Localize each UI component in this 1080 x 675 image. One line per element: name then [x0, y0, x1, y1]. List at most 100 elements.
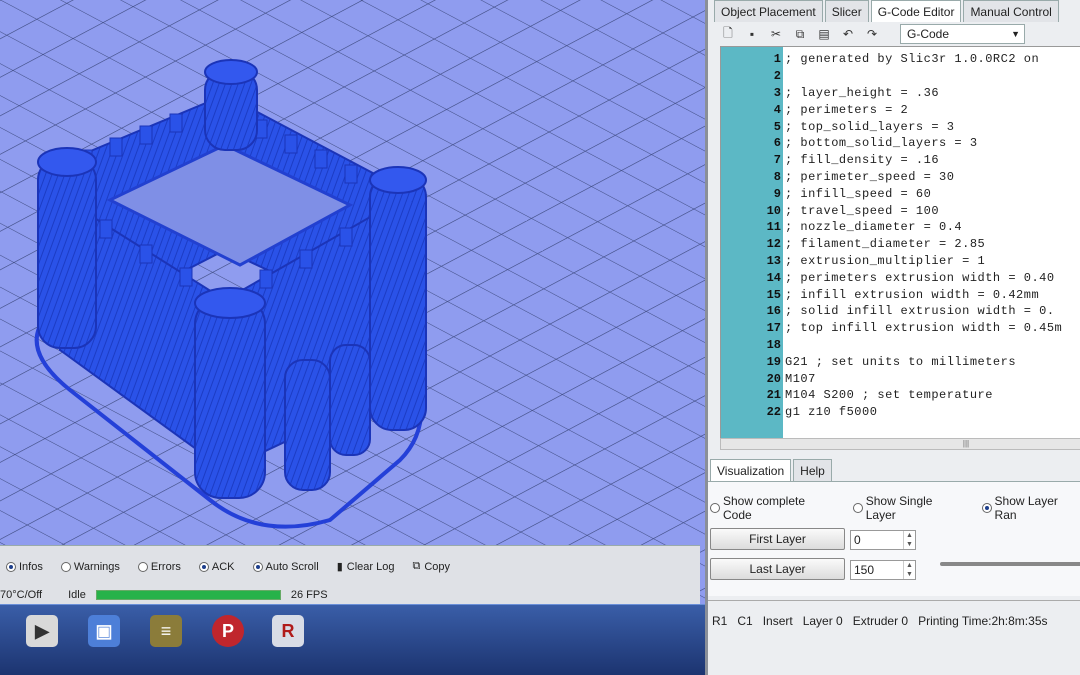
tab-object-placement[interactable]: Object Placement	[714, 0, 823, 22]
tab-visualization[interactable]: Visualization	[710, 459, 792, 481]
new-file-icon[interactable]: 🗋	[720, 26, 736, 42]
code-text: ; travel_speed = 100	[785, 203, 940, 218]
code-line[interactable]: 6 ; bottom_solid_layers = 3	[721, 135, 1080, 152]
copy-icon[interactable]: ⧉	[792, 26, 808, 42]
first-layer-button[interactable]: First Layer	[710, 528, 845, 550]
spinner-arrows-icon[interactable]: ▲ ▼	[903, 561, 915, 579]
code-line[interactable]: 10 ; travel_speed = 100	[721, 202, 1080, 219]
first-layer-input[interactable]: 0 ▲ ▼	[850, 530, 916, 550]
code-line[interactable]: 17 ; top infill extrusion width = 0.45m	[721, 320, 1080, 337]
line-number: 22	[766, 405, 781, 420]
network-icon[interactable]: ▣	[88, 615, 120, 647]
code-type-select[interactable]: G-Code ▼	[900, 24, 1025, 44]
code-line[interactable]: 12 ; filament_diameter = 2.85	[721, 236, 1080, 253]
log-filter-auto-scroll[interactable]: Auto Scroll	[252, 560, 319, 573]
spinner-arrows-icon[interactable]: ▲ ▼	[903, 531, 915, 549]
code-text: ; perimeters extrusion width = 0.40	[785, 270, 1055, 285]
code-line[interactable]: 13 ; extrusion_multiplier = 1	[721, 253, 1080, 270]
status-extruder: Extruder 0	[852, 613, 909, 628]
last-layer-input[interactable]: 150 ▲ ▼	[850, 560, 916, 580]
print-bed-scene[interactable]	[0, 0, 705, 612]
option-show-layer-range[interactable]: Show Layer Ran	[981, 494, 1080, 522]
tab-manual-control[interactable]: Manual Control	[963, 0, 1059, 22]
code-text: ; filament_diameter = 2.85	[785, 237, 986, 252]
clear-log-button[interactable]: ▮ Clear Log	[337, 560, 395, 574]
line-number: 1	[773, 52, 781, 67]
code-line[interactable]: 22 g1 z10 f5000	[721, 404, 1080, 421]
save-icon[interactable]: ▪	[744, 26, 760, 42]
media-player-icon[interactable]: ▶	[26, 615, 58, 647]
status-row: R1	[712, 613, 728, 628]
code-line[interactable]: 16 ; solid infill extrusion width = 0.	[721, 303, 1080, 320]
option-show-single-layer[interactable]: Show Single Layer	[852, 494, 966, 522]
idle-status: Idle	[68, 589, 86, 601]
log-filter-infos[interactable]: Infos	[6, 560, 43, 573]
status-strip: 70°C/Off Idle 26 FPS	[0, 589, 700, 601]
copy-log-button[interactable]: ⧉ Copy	[412, 560, 450, 573]
scroll-thumb[interactable]: |||	[951, 440, 981, 448]
redo-icon[interactable]: ↷	[864, 26, 880, 42]
last-layer-value: 150	[854, 563, 875, 577]
code-line[interactable]: 15 ; infill extrusion width = 0.42mm	[721, 286, 1080, 303]
log-filter-label: Errors	[150, 560, 181, 573]
code-line[interactable]: 3 ; layer_height = .36	[721, 85, 1080, 102]
option-label: Show Layer Ran	[994, 494, 1058, 522]
radio-icon	[198, 561, 209, 572]
main-tabs: Object Placement Slicer G-Code Editor Ma…	[714, 0, 1059, 22]
editor-toolbar: 🗋 ▪ ✂ ⧉ ▤ ↶ ↷ G-Code ▼	[720, 24, 1025, 44]
layer-slider[interactable]	[940, 562, 1080, 566]
tab-help[interactable]: Help	[793, 459, 832, 481]
code-line[interactable]: 2	[721, 68, 1080, 85]
code-text: ; infill extrusion width = 0.42mm	[785, 287, 1040, 302]
copy-icon: ⧉	[412, 560, 421, 572]
tab-gcode-editor[interactable]: G-Code Editor	[870, 0, 962, 22]
code-line[interactable]: 9 ; infill_speed = 60	[721, 185, 1080, 202]
code-line[interactable]: 20 M107	[721, 370, 1080, 387]
code-line[interactable]: 11 ; nozzle_diameter = 0.4	[721, 219, 1080, 236]
line-number: 4	[773, 102, 781, 117]
code-line[interactable]: 18	[721, 337, 1080, 354]
code-text: G21 ; set units to millimeters	[785, 354, 1017, 369]
code-line[interactable]: 4 ; perimeters = 2	[721, 101, 1080, 118]
3d-viewport[interactable]	[0, 0, 705, 612]
log-filter-ack[interactable]: ACK	[198, 560, 235, 573]
code-text: ; infill_speed = 60	[785, 186, 932, 201]
log-filter-errors[interactable]: Errors	[137, 560, 181, 573]
progress-fill	[96, 591, 280, 599]
last-layer-button[interactable]: Last Layer	[710, 558, 845, 580]
code-text: M104 S200 ; set temperature	[785, 388, 993, 403]
code-line[interactable]: 21 M104 S200 ; set temperature	[721, 387, 1080, 404]
radio-icon	[252, 561, 263, 572]
undo-icon[interactable]: ↶	[840, 26, 856, 42]
line-number: 13	[766, 253, 781, 268]
paste-icon[interactable]: ▤	[816, 26, 832, 42]
cut-icon[interactable]: ✂	[768, 26, 784, 42]
code-text: ; generated by Slic3r 1.0.0RC2 on	[785, 52, 1040, 67]
code-text: ; layer_height = .36	[785, 85, 940, 100]
tab-slicer[interactable]: Slicer	[824, 0, 869, 22]
code-line[interactable]: 8 ; perimeter_speed = 30	[721, 169, 1080, 186]
first-layer-value: 0	[854, 533, 861, 547]
code-line[interactable]: 14 ; perimeters extrusion width = 0.40	[721, 269, 1080, 286]
log-filter-warnings[interactable]: Warnings	[60, 560, 120, 573]
code-line[interactable]: 7 ; fill_density = .16	[721, 152, 1080, 169]
line-number: 2	[773, 69, 781, 84]
log-filters: Infos Warnings Errors ACK Auto Scroll ▮ C…	[6, 560, 450, 573]
line-number: 21	[766, 388, 781, 403]
code-line[interactable]: 1 ; generated by Slic3r 1.0.0RC2 on	[721, 51, 1080, 68]
line-number: 11	[766, 220, 781, 235]
repetier-host-icon[interactable]: R	[272, 615, 304, 647]
option-show-complete-code[interactable]: Show complete Code	[710, 494, 837, 522]
copy-log-label: Copy	[424, 560, 451, 573]
radio-icon	[6, 561, 16, 572]
pronterface-icon[interactable]: P	[212, 615, 244, 647]
gcode-editor[interactable]: 1 ; generated by Slic3r 1.0.0RC2 on 2 3 ; la…	[720, 46, 1080, 440]
tool-icon[interactable]: ≡	[150, 615, 182, 647]
line-number: 8	[773, 169, 781, 184]
code-line[interactable]: 19 G21 ; set units to millimeters	[721, 353, 1080, 370]
line-number: 9	[773, 186, 781, 201]
code-line[interactable]: 5 ; top_solid_layers = 3	[721, 118, 1080, 135]
horizontal-scrollbar[interactable]: |||	[720, 438, 1080, 450]
status-printing-time: Printing Time:2h:8m:35s	[918, 613, 1048, 628]
editor-status-bar: R1 C1 Insert Layer 0 Extruder 0 Printing…	[708, 600, 1080, 640]
